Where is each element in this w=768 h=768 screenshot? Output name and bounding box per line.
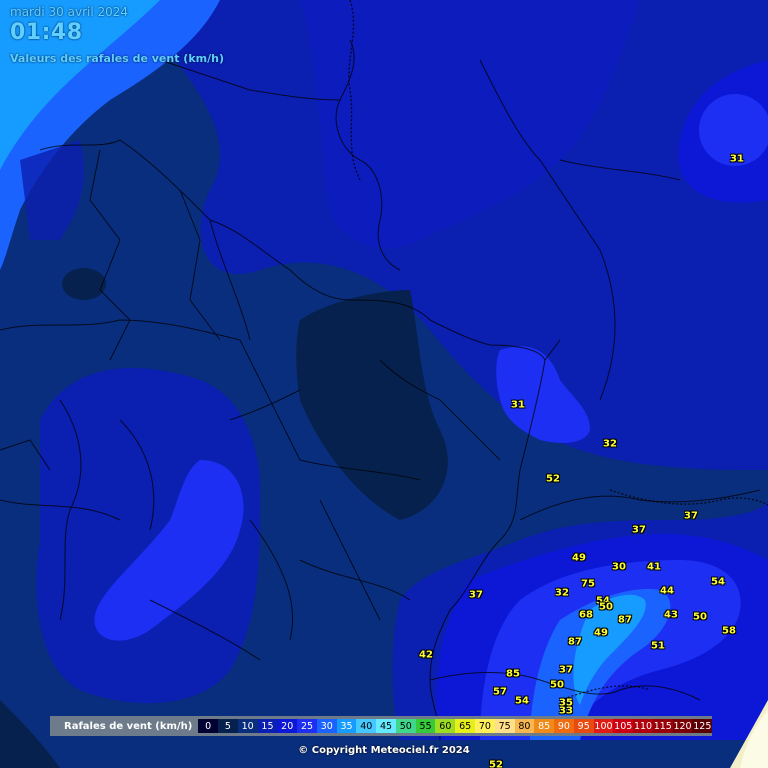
station-value: 33 (559, 705, 573, 717)
color-legend: Rafales de vent (km/h) 0 5 10 15 20 25 30 35 40 4… (50, 716, 713, 736)
legend-cell: 60 (435, 719, 456, 733)
station-value: 75 (581, 578, 595, 590)
station-value: 58 (722, 625, 736, 637)
legend-cell: 125 (692, 719, 713, 733)
date-label: mardi 30 avril 2024 (10, 5, 129, 19)
legend-cell: 75 (494, 719, 515, 733)
station-value: 49 (594, 627, 608, 639)
legend-cell: 65 (455, 719, 475, 733)
legend-cell: 90 (554, 719, 574, 733)
station-value: 31 (511, 399, 525, 411)
legend-cell: 70 (475, 719, 495, 733)
station-value: 54 (515, 695, 529, 707)
legend-cell: 40 (356, 719, 377, 733)
station-value: 50 (693, 611, 707, 623)
station-value: 87 (618, 614, 632, 626)
station-value: 31 (730, 153, 744, 165)
station-value: 49 (572, 552, 586, 564)
station-value: 87 (568, 636, 582, 648)
station-value: 37 (632, 524, 646, 536)
legend-cell: 0 (198, 719, 219, 733)
legend-cell: 30 (316, 719, 337, 733)
legend-cell: 115 (652, 719, 673, 733)
station-value: 50 (550, 679, 564, 691)
map-subtitle: Valeurs des rafales de vent (km/h) (10, 52, 224, 65)
legend-cell: 35 (336, 719, 357, 733)
legend-cell: 80 (514, 719, 535, 733)
wind-gust-map: mardi 30 avril 2024 01:48 Valeurs des ra… (0, 0, 768, 768)
station-value: 32 (603, 438, 617, 450)
station-value: 32 (555, 587, 569, 599)
legend-cell: 100 (593, 719, 614, 733)
station-value: 37 (469, 589, 483, 601)
legend-cell: 110 (633, 719, 653, 733)
legend-cell: 55 (415, 719, 436, 733)
legend-cell: 25 (297, 719, 317, 733)
station-value: 52 (546, 473, 560, 485)
map-background (0, 0, 768, 768)
legend-cell: 95 (573, 719, 594, 733)
station-value: 68 (579, 609, 593, 621)
station-value: 54 (711, 576, 725, 588)
legend-scale: 0 5 10 15 20 25 30 35 40 45 50 55 60 65 70 75 80 85 90 95 10… (198, 716, 713, 736)
legend-cell: 105 (613, 719, 634, 733)
station-value: 42 (419, 649, 433, 661)
time-label: 01:48 (10, 20, 83, 45)
station-value: 44 (660, 585, 674, 597)
station-value: 57 (493, 686, 507, 698)
station-value: 52 (489, 759, 503, 768)
station-value: 41 (647, 561, 661, 573)
legend-cell: 85 (534, 719, 555, 733)
station-value: 85 (506, 668, 520, 680)
legend-cell: 5 (218, 719, 238, 733)
legend-cell: 10 (237, 719, 258, 733)
station-value: 30 (612, 561, 626, 573)
legend-cell: 45 (376, 719, 396, 733)
station-value: 37 (559, 664, 573, 676)
legend-cell: 50 (395, 719, 416, 733)
station-value: 50 (599, 601, 613, 613)
legend-cell: 20 (277, 719, 298, 733)
station-value: 51 (651, 640, 665, 652)
legend-cell: 15 (257, 719, 278, 733)
station-value: 37 (684, 510, 698, 522)
station-value: 43 (664, 609, 678, 621)
legend-title: Rafales de vent (km/h) (64, 720, 193, 732)
legend-cell: 120 (672, 719, 693, 733)
copyright-text: © Copyright Meteociel.fr 2024 (298, 745, 470, 756)
